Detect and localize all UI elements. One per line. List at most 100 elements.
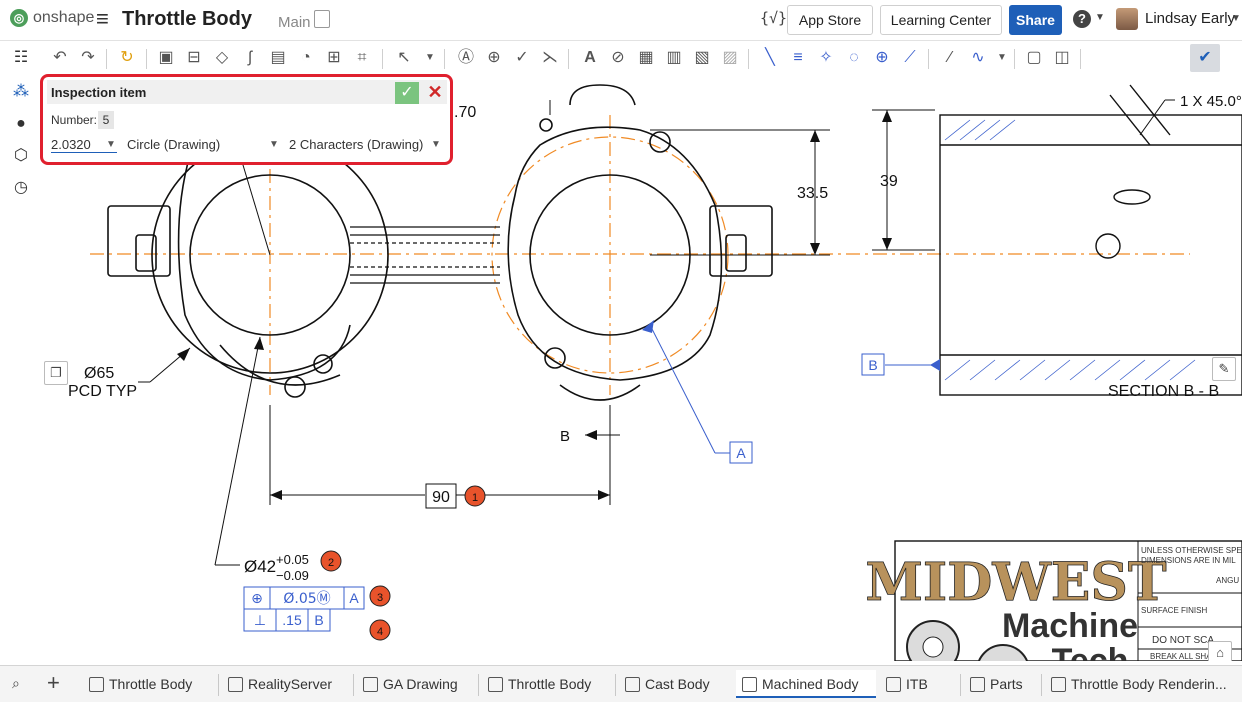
toolbar-separator [146, 49, 147, 69]
dimension-dropdown-icon[interactable]: ▼ [418, 46, 442, 70]
tab-parts[interactable]: Parts [964, 670, 1038, 698]
learning-center-button[interactable]: Learning Center [880, 5, 1002, 35]
crop-view-icon[interactable]: ▤ [266, 46, 290, 70]
tab-realityserver[interactable]: RealityServer [222, 670, 350, 698]
tab-machined-body[interactable]: Machined Body [736, 670, 876, 698]
folder-icon [970, 677, 985, 692]
menu-icon[interactable]: ≡ [96, 6, 109, 32]
section-label[interactable]: SECTION B - B [1108, 383, 1219, 400]
surface-finish-icon[interactable]: ✓ [510, 46, 534, 70]
dimension-icon[interactable]: ↖ [392, 46, 416, 70]
projected-view-icon[interactable]: ◇ [210, 46, 234, 70]
tab-ga-drawing[interactable]: GA Drawing [357, 670, 475, 698]
dim-33-5[interactable]: 33.5 [797, 185, 828, 202]
history-icon[interactable]: ◷ [10, 177, 32, 199]
dim-bore-diameter[interactable]: Ø42 [244, 557, 276, 576]
titleblock-angular: ANGU [1216, 576, 1239, 585]
spline-icon[interactable]: ⁄ [938, 46, 962, 70]
weld-icon[interactable]: ⋋ [538, 46, 562, 70]
characters-dropdown-icon[interactable]: ▼ [431, 139, 441, 150]
dim-chamfer[interactable]: 1 X 45.0° [1180, 93, 1242, 110]
centerline-icon[interactable]: ⟋ [898, 46, 922, 70]
dim-pcd-typ[interactable]: PCD TYP [68, 383, 137, 400]
view-icon[interactable]: ▣ [154, 46, 178, 70]
bom-icon[interactable]: ▥ [662, 46, 686, 70]
app-store-button[interactable]: App Store [787, 5, 873, 35]
sheet-tools-icon[interactable]: ⌂ [1208, 641, 1232, 661]
toolbar-separator [106, 49, 107, 69]
note-icon[interactable]: Ⓐ [454, 46, 478, 70]
document-title[interactable]: Throttle Body [122, 8, 252, 31]
hatch-icon[interactable]: ≡ [786, 46, 810, 70]
feature-control-frame-perpendicularity[interactable]: ⊥ .15 B [243, 608, 331, 632]
export-dxf-icon[interactable]: ▢ [1022, 46, 1046, 70]
right-throttle-body [507, 84, 773, 401]
tab-cast-body[interactable]: Cast Body [619, 670, 729, 698]
hole-table-icon[interactable]: ▧ [690, 46, 714, 70]
cancel-button[interactable]: ✕ [425, 81, 445, 103]
help-caret-icon[interactable]: ▼ [1095, 12, 1105, 23]
user-name[interactable]: Lindsay Early [1145, 10, 1235, 27]
tab-throttle-body-rendering[interactable]: Throttle Body Renderin... [1045, 670, 1239, 698]
avatar[interactable] [1116, 8, 1138, 30]
svg-text:1: 1 [472, 492, 478, 504]
toolbar-separator [1014, 49, 1015, 69]
inspection-balloon-3[interactable]: 3 [369, 585, 391, 607]
type-dropdown-icon[interactable]: ▼ [269, 139, 279, 150]
dim-39[interactable]: 39 [880, 173, 898, 190]
revision-icon[interactable]: ▨ [718, 46, 742, 70]
callout-icon[interactable]: ⊘ [606, 46, 630, 70]
break-view-icon[interactable]: ʃ [238, 46, 262, 70]
section-view-icon[interactable]: ⊟ [182, 46, 206, 70]
dim-070[interactable]: .70 [454, 104, 476, 121]
regenerate-icon[interactable]: ↻ [115, 46, 139, 70]
detail-view-icon[interactable]: ◔ [294, 46, 318, 70]
value-dropdown-icon[interactable]: ▼ [106, 139, 116, 150]
parts-icon[interactable]: ⬡ [10, 145, 32, 167]
wrench-icon[interactable]: ✎ [1212, 357, 1236, 381]
broken-out-icon[interactable]: ⊞ [322, 46, 346, 70]
line-icon[interactable]: ╲ [758, 46, 782, 70]
add-tab-icon[interactable]: + [47, 670, 60, 696]
variables-icon[interactable]: {√} [760, 9, 787, 27]
export-image-icon[interactable]: ◫ [1050, 46, 1074, 70]
text-icon[interactable]: A [578, 46, 602, 70]
inspection-balloon-1[interactable]: 1 [464, 485, 486, 507]
point-icon[interactable]: ⊕ [870, 46, 894, 70]
number-value[interactable]: 5 [98, 111, 114, 129]
onshape-logo[interactable]: ◎ onshape [10, 9, 94, 27]
curve-icon[interactable]: ∿ [966, 46, 990, 70]
title-block[interactable]: MIDWEST Machine Tech UNLESS OTHERWISE SP… [865, 540, 1242, 661]
comments-icon[interactable]: ● [10, 113, 32, 135]
tab-throttle-body-partstudio[interactable]: Throttle Body [83, 670, 213, 698]
curve-dropdown-icon[interactable]: ▼ [990, 46, 1014, 70]
share-button[interactable]: Share [1009, 5, 1062, 35]
user-caret-icon[interactable]: ▼ [1231, 13, 1241, 24]
table-icon[interactable]: ▦ [634, 46, 658, 70]
centermark-icon[interactable]: ✧ [814, 46, 838, 70]
undo-icon[interactable]: ↶ [48, 46, 72, 70]
document-info-icon[interactable] [314, 10, 330, 28]
inspection-balloon-2[interactable]: 2 [320, 550, 342, 572]
inspection-balloon-4[interactable]: 4 [369, 619, 391, 641]
alignment-icon[interactable]: ⌗ [350, 46, 374, 70]
dim-pcd-diameter[interactable]: Ø65 [84, 365, 114, 382]
inspection-icon[interactable]: ✔ [1190, 44, 1220, 72]
tab-throttle-body-assembly[interactable]: Throttle Body [482, 670, 612, 698]
characters-select[interactable]: 2 Characters (Drawing) [289, 137, 423, 152]
inspection-item-dialog[interactable]: Inspection item ✓ ✕ Number: 5 2.0320 ▼ C… [40, 74, 453, 165]
feature-control-frame-position[interactable]: ⊕ Ø.05Ⓜ A [243, 586, 365, 610]
redo-icon[interactable]: ↷ [76, 46, 100, 70]
view-cube-icon[interactable]: ❐ [44, 361, 68, 385]
type-select[interactable]: Circle (Drawing) [127, 137, 220, 152]
add-insert-icon[interactable]: ⁂ [10, 81, 32, 103]
branch-name[interactable]: Main [278, 14, 311, 31]
tab-label: GA Drawing [383, 676, 458, 692]
feature-list-icon[interactable]: ☷ [10, 47, 32, 69]
tab-itb[interactable]: ITB [880, 670, 956, 698]
confirm-button[interactable]: ✓ [395, 82, 419, 104]
circle-icon[interactable]: ◌ [842, 46, 866, 70]
help-icon[interactable]: ? [1073, 10, 1091, 28]
tab-search-icon[interactable]: ⌕ [12, 675, 20, 692]
datum-icon[interactable]: ⊕ [482, 46, 506, 70]
